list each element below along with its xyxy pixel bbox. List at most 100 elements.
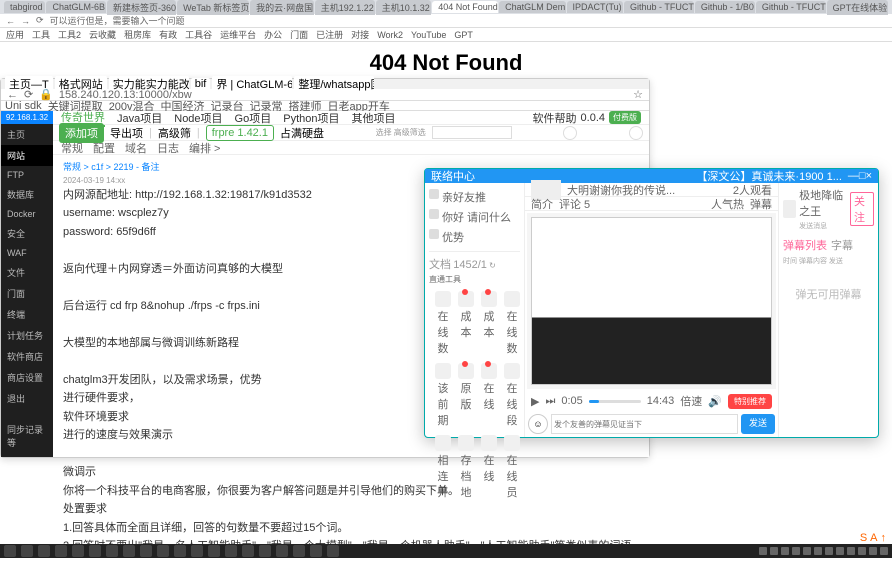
bookmark[interactable]: Uni sdk: [5, 100, 42, 112]
bookmark[interactable]: 工具: [32, 28, 50, 41]
sidebar-item-settings[interactable]: 商店设置: [1, 367, 53, 388]
tray-icon[interactable]: [836, 547, 844, 555]
subtab[interactable]: 域名: [125, 140, 147, 156]
tray-icon[interactable]: [880, 547, 888, 555]
version-pill[interactable]: frpre 1.42.1: [206, 125, 274, 141]
close-icon[interactable]: ×: [866, 170, 872, 182]
follow-button[interactable]: 关注: [850, 192, 874, 226]
tab[interactable]: tabgirod: [4, 1, 45, 13]
sidebar-item-website[interactable]: 网站: [1, 145, 53, 166]
tab[interactable]: Github - TFUCT: [756, 1, 826, 13]
bookmark[interactable]: 对接: [351, 28, 369, 41]
tray-icon[interactable]: [858, 547, 866, 555]
proj-tab[interactable]: Python项目: [283, 110, 339, 126]
help-link[interactable]: 软件帮助: [533, 110, 577, 126]
forward-icon[interactable]: →: [21, 16, 30, 26]
tab-doc[interactable]: 文档: [429, 259, 451, 271]
task-icon[interactable]: [225, 545, 237, 557]
sidebar-item-exit[interactable]: 退出: [1, 388, 53, 409]
tab[interactable]: 主机10.1.32: [376, 0, 431, 15]
contact-item[interactable]: 亲好友推: [429, 187, 520, 207]
video-tab[interactable]: 简介: [531, 196, 553, 212]
right-tab[interactable]: 字幕: [831, 237, 853, 253]
bookmark[interactable]: 办公: [264, 28, 282, 41]
task-icon[interactable]: [259, 545, 271, 557]
tab-active[interactable]: 404 Not Found: [432, 1, 498, 13]
tab[interactable]: ChatGLM-6B: [46, 1, 106, 13]
bookmark[interactable]: 应用: [6, 28, 24, 41]
back-icon[interactable]: ←: [6, 16, 15, 26]
task-icon[interactable]: [21, 545, 33, 557]
tab[interactable]: 主机192.1.22: [315, 0, 375, 15]
danmu-input[interactable]: [551, 414, 738, 434]
tray-icon[interactable]: [825, 547, 833, 555]
task-icon[interactable]: [72, 545, 84, 557]
tool-item[interactable]: 在线: [479, 361, 499, 430]
paid-badge[interactable]: 付费版: [609, 111, 641, 124]
minimize-icon[interactable]: —: [848, 170, 859, 182]
task-icon[interactable]: [157, 545, 169, 557]
play-icon[interactable]: ▶: [531, 395, 539, 408]
tool-item[interactable]: 存档地: [456, 433, 476, 502]
task-icon[interactable]: [123, 545, 135, 557]
sidebar-item-ftp[interactable]: FTP: [1, 166, 53, 184]
tool-item[interactable]: 在线段: [502, 361, 522, 430]
video-tab[interactable]: 评论 5: [559, 196, 590, 212]
filter-button[interactable]: 高级筛: [158, 125, 191, 141]
task-icon[interactable]: [293, 545, 305, 557]
tab[interactable]: WeTab 新标签页: [177, 0, 249, 15]
contact-item[interactable]: 优势: [429, 227, 520, 247]
sidebar-item-portal[interactable]: 门面: [1, 283, 53, 304]
sidebar-item-docker[interactable]: Docker: [1, 205, 53, 223]
task-icon[interactable]: [191, 545, 203, 557]
url-text[interactable]: 可以运行但是，需要输入一个问题: [50, 14, 185, 27]
tray-icon[interactable]: [869, 547, 877, 555]
settings-icon[interactable]: [629, 126, 643, 140]
task-icon[interactable]: [140, 545, 152, 557]
tool-item[interactable]: 成本: [456, 289, 476, 358]
tool-item[interactable]: 在线数: [433, 289, 453, 358]
proj-tab[interactable]: Go项目: [235, 110, 272, 126]
inner-tab[interactable]: 整理/whatsapp国家: [294, 76, 374, 92]
sidebar-footer[interactable]: 同步记录等: [1, 419, 53, 453]
task-icon[interactable]: [174, 545, 186, 557]
bookmark[interactable]: 工具2: [58, 28, 81, 41]
sidebar-item-home[interactable]: 主页: [1, 124, 53, 145]
bookmark[interactable]: 有政: [159, 28, 177, 41]
tray-icon[interactable]: [792, 547, 800, 555]
subtab[interactable]: 编排 >: [189, 140, 220, 156]
bookmark[interactable]: YouTube: [411, 30, 446, 40]
tool-icon[interactable]: A: [870, 532, 877, 544]
refresh-icon[interactable]: ⟳: [36, 15, 44, 26]
send-button[interactable]: 发送: [741, 414, 775, 434]
task-icon[interactable]: [89, 545, 101, 557]
inner-tab[interactable]: 界 | ChatGLM-6B实现: [212, 76, 292, 92]
tab[interactable]: 我的云·网盘国: [250, 0, 314, 15]
sidebar-item-security[interactable]: 安全: [1, 223, 53, 244]
tab[interactable]: Github - TFUCT: [624, 1, 694, 13]
rate-button[interactable]: 倍速: [680, 393, 702, 409]
tool-item[interactable]: 在线: [479, 433, 499, 502]
video-player[interactable]: [527, 213, 776, 389]
task-icon[interactable]: [242, 545, 254, 557]
task-icon[interactable]: [310, 545, 322, 557]
tool-item[interactable]: 原版: [456, 361, 476, 430]
subtab[interactable]: 日志: [157, 140, 179, 156]
task-icon[interactable]: [208, 545, 220, 557]
tray-icon[interactable]: [847, 547, 855, 555]
bookmark[interactable]: 已注册: [316, 28, 343, 41]
sidebar-item-waf[interactable]: WAF: [1, 244, 53, 262]
bookmark[interactable]: Work2: [377, 30, 403, 40]
inner-tab[interactable]: bif: [191, 78, 211, 90]
task-icon[interactable]: [38, 545, 50, 557]
bookmark[interactable]: 运维平台: [220, 28, 256, 41]
bookmark[interactable]: GPT: [454, 30, 473, 40]
tool-item[interactable]: 该前期: [433, 361, 453, 430]
proj-tab[interactable]: 其他项目: [351, 110, 395, 126]
task-icon[interactable]: [276, 545, 288, 557]
sidebar-item-db[interactable]: 数据库: [1, 184, 53, 205]
bookmark[interactable]: 工具谷: [185, 28, 212, 41]
tool-icon[interactable]: S: [860, 532, 867, 544]
emoji-icon[interactable]: ☺: [528, 414, 548, 434]
next-icon[interactable]: ⏭: [545, 395, 555, 408]
